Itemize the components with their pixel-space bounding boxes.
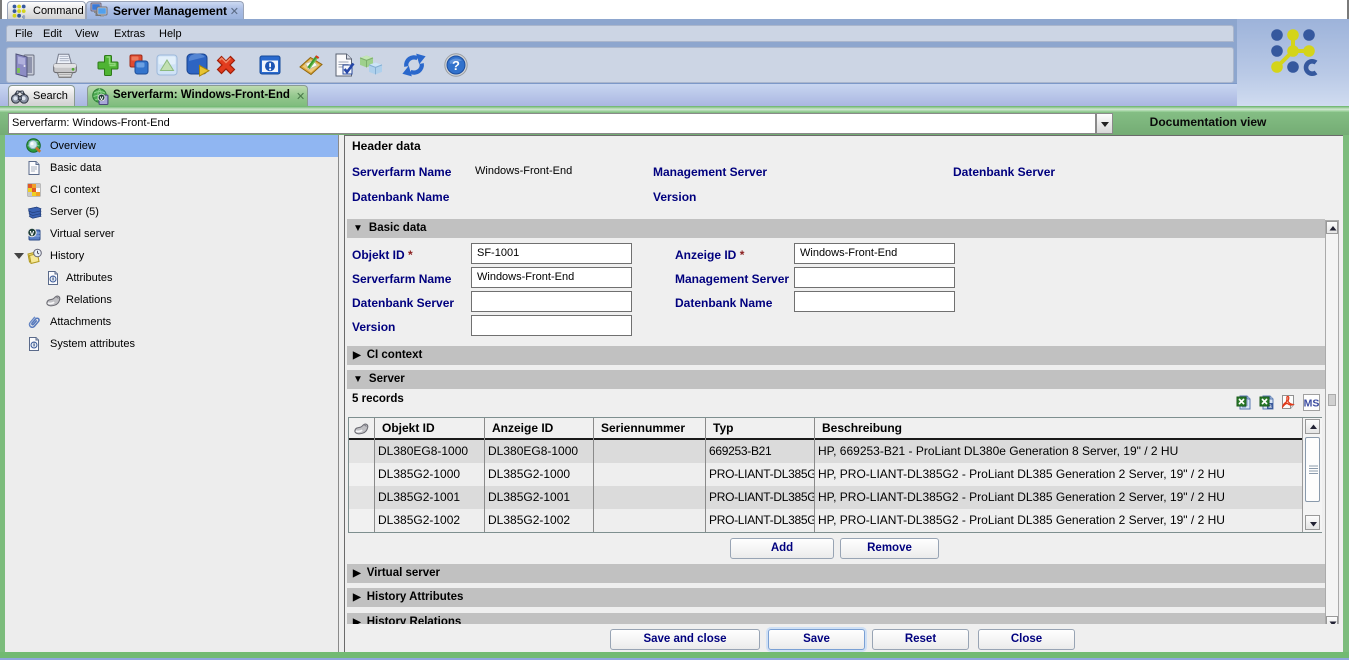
svg-text:c: c [22,14,25,19]
svg-text:v: v [100,95,104,102]
svg-text:?: ? [452,58,460,73]
svg-text:MS: MS [1304,398,1320,410]
svg-text:v: v [30,229,35,238]
